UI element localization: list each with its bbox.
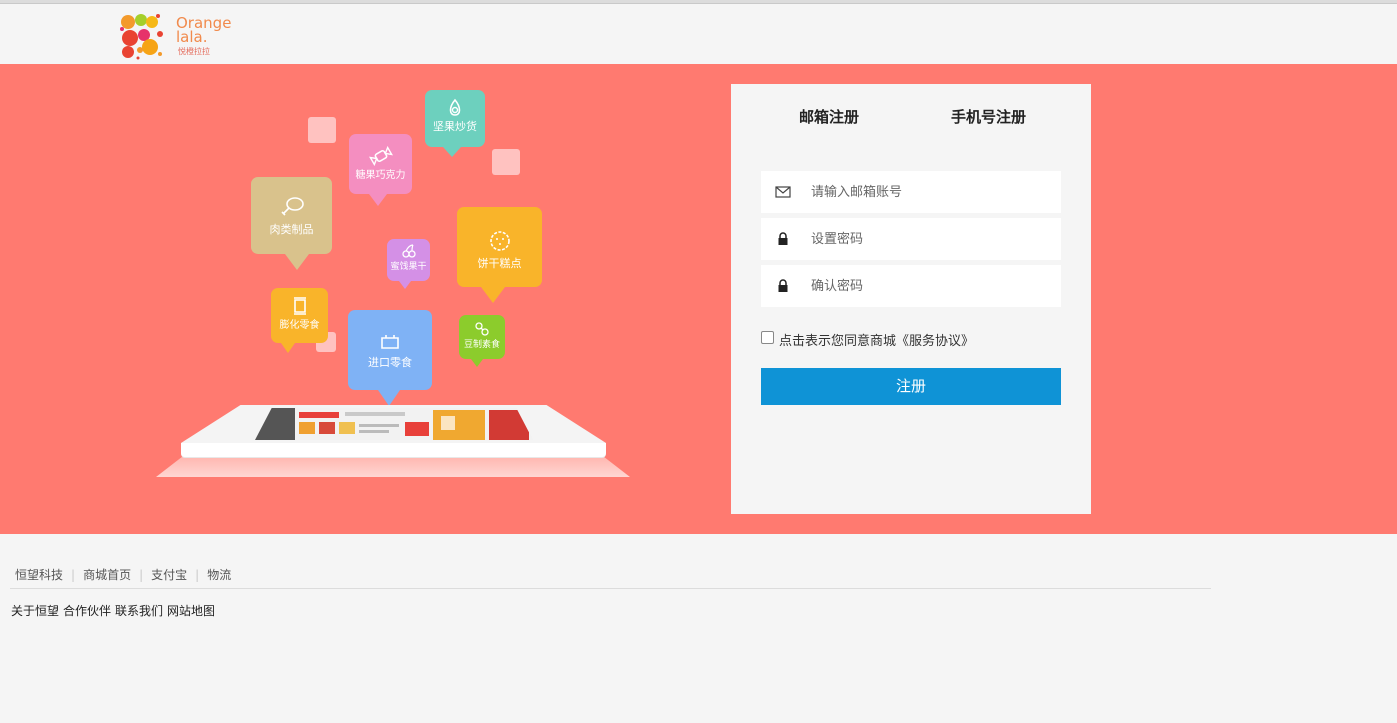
confirm-password-field-row — [761, 265, 1061, 307]
tablet-edge — [181, 443, 606, 457]
footer-links: 恒望科技 | 商城首页 | 支付宝 | 物流 — [15, 566, 231, 583]
bubble-tail — [378, 390, 400, 406]
footer-divider — [10, 588, 1211, 589]
candy-icon — [368, 146, 393, 166]
bubble-tail — [481, 287, 505, 303]
snack-bag-icon — [293, 297, 306, 315]
cherry-icon — [401, 244, 416, 258]
bubble-tail — [471, 359, 483, 367]
category-label: 糖果巧克力 — [355, 170, 406, 181]
footer-link[interactable]: 物流 — [207, 568, 231, 582]
footer-sub-link[interactable]: 合作伙伴 — [63, 604, 111, 618]
category-bubble-dried-fruit[interactable]: 蜜饯果干 — [387, 239, 430, 289]
site-header: Orange lala. 悦橙拉拉 — [0, 4, 1397, 64]
bubble-tail — [399, 281, 411, 289]
category-label: 蜜饯果干 — [390, 262, 427, 272]
category-bubble-candy[interactable]: 糖果巧克力 — [349, 134, 412, 206]
beans-icon — [475, 322, 489, 336]
footer-separator: | — [195, 568, 200, 582]
footer-sub-link[interactable]: 关于恒望 — [11, 604, 59, 618]
password-input[interactable] — [811, 218, 1051, 260]
email-field-row — [761, 171, 1061, 213]
agreement-checkbox[interactable] — [761, 331, 774, 344]
category-label: 坚果炒货 — [433, 120, 477, 133]
logo-dots-icon — [120, 14, 163, 60]
envelope-icon — [775, 186, 791, 198]
logo-text-lala: lala. — [176, 28, 208, 46]
footer-sub-link[interactable]: 联系我们 — [115, 604, 163, 618]
category-label: 肉类制品 — [269, 223, 314, 236]
footer-separator: | — [71, 568, 76, 582]
lock-icon — [778, 279, 788, 292]
confirm-password-input[interactable] — [811, 265, 1051, 307]
category-bubble-nuts[interactable]: 坚果炒货 — [425, 90, 485, 157]
footer-link[interactable]: 恒望科技 — [15, 568, 63, 582]
tablet-screen-content — [255, 408, 533, 440]
bubble-tail — [443, 147, 461, 157]
bubble-tail — [369, 194, 387, 206]
footer-link[interactable]: 商城首页 — [83, 568, 131, 582]
category-label: 膨化零食 — [279, 320, 320, 331]
tablet-screen — [255, 408, 533, 440]
hero-banner: 坚果炒货 糖果巧克力 肉类制品 饼干糕点 蜜饯果干 膨化零食 进口零食 豆制素食 — [0, 64, 1397, 534]
agreement-text[interactable]: 点击表示您同意商城《服务协议》 — [779, 330, 974, 349]
email-input[interactable] — [811, 171, 1051, 213]
bubble-tail — [281, 343, 295, 353]
category-label: 饼干糕点 — [477, 257, 522, 270]
lock-icon — [778, 232, 788, 245]
deco-square — [308, 117, 336, 143]
logo-subtext: 悦橙拉拉 — [178, 47, 210, 56]
drumstick-icon — [280, 197, 304, 216]
tab-phone-register[interactable]: 手机号注册 — [951, 106, 1026, 127]
footer-sub-links: 关于恒望 合作伙伴 联系我们 网站地图 — [11, 602, 219, 619]
category-bubble-cookies[interactable]: 饼干糕点 — [457, 207, 542, 303]
category-bubble-meat[interactable]: 肉类制品 — [251, 177, 332, 270]
seed-icon — [449, 98, 461, 116]
tablet-reflection — [156, 455, 630, 477]
tablet-illustration — [181, 405, 606, 457]
password-field-row — [761, 218, 1061, 260]
category-bubble-tofu[interactable]: 豆制素食 — [459, 315, 505, 367]
tab-email-register[interactable]: 邮箱注册 — [799, 106, 859, 127]
package-icon — [381, 335, 399, 349]
bubble-tail — [285, 254, 309, 270]
register-panel: 邮箱注册 手机号注册 点击表示您同意商城《服务协议》 注册 — [731, 84, 1091, 514]
category-bubble-puffed-snacks[interactable]: 膨化零食 — [271, 288, 328, 353]
site-logo[interactable]: Orange lala. 悦橙拉拉 — [116, 10, 236, 60]
deco-square — [492, 149, 520, 175]
footer-sub-link[interactable]: 网站地图 — [167, 604, 215, 618]
register-button[interactable]: 注册 — [761, 368, 1061, 405]
footer-separator: | — [139, 568, 144, 582]
category-bubble-imported-snacks[interactable]: 进口零食 — [348, 310, 432, 406]
footer-link[interactable]: 支付宝 — [151, 568, 187, 582]
category-label: 进口零食 — [368, 356, 412, 369]
category-label: 豆制素食 — [463, 340, 500, 350]
cookie-icon — [489, 231, 510, 251]
